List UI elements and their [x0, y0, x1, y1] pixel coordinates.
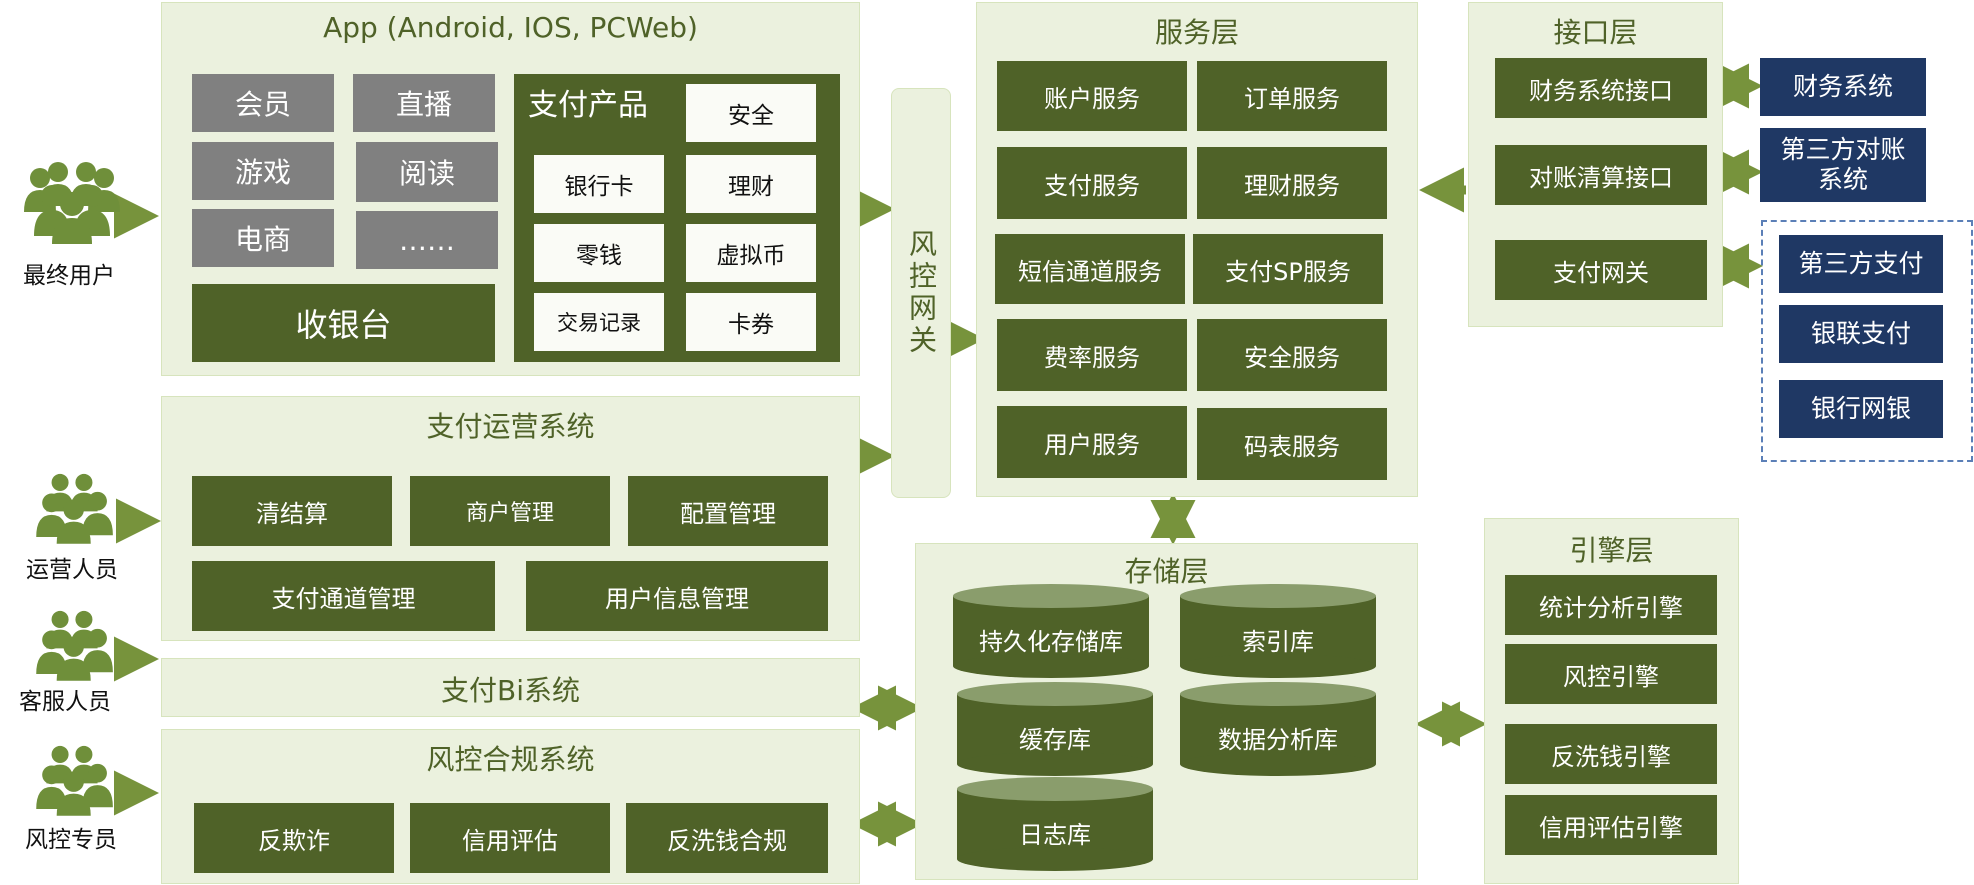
service-fee: 费率服务: [997, 319, 1187, 391]
storage-log: 日志库: [1019, 820, 1091, 849]
service-sms: 短信通道服务: [995, 234, 1185, 304]
service-layer-panel: 服务层 账户服务 订单服务 支付服务 理财服务 短信通道服务 支付SP服务 费率…: [976, 2, 1418, 497]
external-unionpay: 银联支付: [1779, 305, 1943, 363]
bi-system-title: 支付Bi系统: [441, 674, 580, 707]
engine-risk: 风控引擎: [1505, 644, 1717, 704]
app-title: App (Android, IOS, PCWeb): [323, 11, 698, 44]
interface-reconcile: 对账清算接口: [1495, 145, 1707, 205]
storage-index: 索引库: [1242, 627, 1314, 656]
service-wealth: 理财服务: [1197, 147, 1387, 219]
user-label-end: 最终用户: [23, 263, 115, 289]
bi-system-panel: 支付Bi系统: [161, 658, 860, 717]
product-change: 零钱: [534, 224, 664, 282]
product-transactions: 交易记录: [534, 293, 664, 351]
engine-layer-title: 引擎层: [1569, 534, 1654, 567]
ops-item-channel: 支付通道管理: [192, 561, 495, 631]
people-icon: [36, 473, 113, 544]
engine-credit: 信用评估引擎: [1505, 795, 1717, 855]
service-account: 账户服务: [997, 61, 1187, 131]
external-bank-online: 银行网银: [1779, 380, 1943, 438]
cashier: 收银台: [192, 284, 495, 362]
external-third-party-pay: 第三方支付: [1779, 235, 1943, 293]
service-layer-title: 服务层: [1154, 16, 1239, 49]
user-label-cs: 客服人员: [19, 689, 111, 715]
risk-system-panel: 风控合规系统 反欺诈 信用评估 反洗钱合规: [161, 729, 860, 884]
module-live: 直播: [353, 74, 495, 132]
service-security: 安全服务: [1197, 319, 1387, 391]
risk-item-aml: 反洗钱合规: [626, 803, 828, 873]
ops-item-settlement: 清结算: [192, 476, 392, 546]
user-label-ops: 运营人员: [26, 557, 118, 583]
risk-gateway-label: 风控网关: [905, 229, 938, 357]
ops-system-title: 支付运营系统: [426, 410, 595, 443]
external-reconcile: 第三方对账系统: [1760, 128, 1926, 202]
module-game: 游戏: [192, 142, 334, 200]
ops-item-config: 配置管理: [628, 476, 828, 546]
module-reading: 阅读: [356, 142, 498, 202]
pay-products-group: 支付产品 安全 银行卡 理财 零钱 虚拟币 交易记录 卡券: [514, 74, 840, 362]
storage-layer-panel: 存储层 持久化存储库 索引库 缓存库 数据分析库 日志库: [915, 543, 1418, 880]
external-finance: 财务系统: [1760, 58, 1926, 116]
app-panel: App (Android, IOS, PCWeb) 会员 直播 游戏 阅读 电商…: [161, 2, 860, 376]
external-payments-group: 第三方支付 银联支付 银行网银: [1761, 220, 1973, 462]
engine-statistics: 统计分析引擎: [1505, 575, 1717, 635]
risk-item-anti-fraud: 反欺诈: [194, 803, 394, 873]
interface-pay-gateway: 支付网关: [1495, 240, 1707, 300]
engine-aml: 反洗钱引擎: [1505, 724, 1717, 784]
service-sp: 支付SP服务: [1193, 234, 1383, 304]
engine-layer-panel: 引擎层 统计分析引擎 风控引擎 反洗钱引擎 信用评估引擎: [1484, 518, 1739, 884]
product-coupons: 卡券: [686, 293, 816, 351]
service-user: 用户服务: [997, 406, 1187, 478]
storage-analytics: 数据分析库: [1218, 725, 1338, 754]
module-ecommerce: 电商: [192, 209, 334, 267]
product-bank-card: 银行卡: [534, 155, 664, 213]
ops-item-merchant: 商户管理: [410, 476, 610, 546]
people-icon: [36, 745, 113, 816]
interface-layer-panel: 接口层 财务系统接口 对账清算接口 支付网关: [1468, 2, 1723, 327]
service-payment: 支付服务: [997, 147, 1187, 219]
ops-system-panel: 支付运营系统 清结算 商户管理 配置管理 支付通道管理 用户信息管理: [161, 396, 860, 641]
storage-persistent: 持久化存储库: [979, 627, 1123, 656]
product-virtual-coin: 虚拟币: [686, 224, 816, 282]
product-security: 安全: [686, 84, 816, 142]
module-member: 会员: [192, 74, 334, 132]
people-icon: [24, 162, 120, 244]
risk-item-credit: 信用评估: [410, 803, 610, 873]
ops-item-user-info: 用户信息管理: [526, 561, 828, 631]
interface-finance: 财务系统接口: [1495, 58, 1707, 118]
people-icon: [36, 610, 113, 681]
storage-cache: 缓存库: [1019, 725, 1091, 754]
service-order: 订单服务: [1197, 61, 1387, 131]
module-more: ……: [356, 211, 498, 269]
interface-layer-title: 接口层: [1553, 16, 1638, 49]
product-wealth: 理财: [686, 155, 816, 213]
user-label-risk: 风控专员: [25, 827, 117, 853]
risk-system-title: 风控合规系统: [426, 743, 595, 776]
risk-gateway: 风控网关: [891, 88, 951, 498]
pay-products-title: 支付产品: [528, 88, 648, 123]
service-code-table: 码表服务: [1197, 408, 1387, 480]
